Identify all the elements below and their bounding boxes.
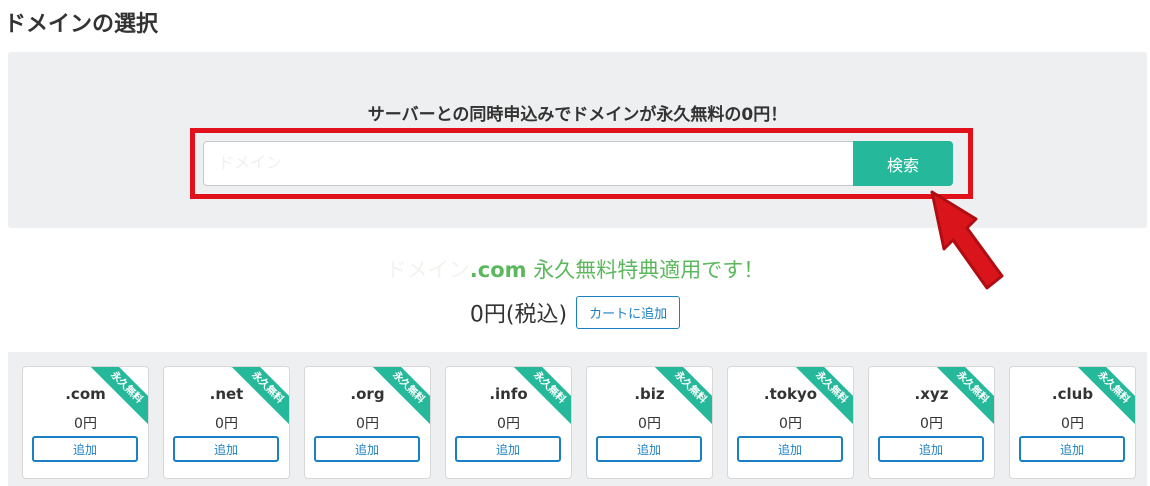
red-arrow-icon <box>930 190 1004 290</box>
add-tld-button[interactable]: 追加 <box>314 436 420 462</box>
result-price: 0円(税込) <box>469 302 568 328</box>
tld-name: .xyz <box>914 385 949 403</box>
page-title: ドメインの選択 <box>4 12 159 37</box>
tld-grid: 永久無料 .com 0円 追加 永久無料 .net 0円 追加 永久無料 .or… <box>22 366 1136 479</box>
tld-list-panel: 永久無料 .com 0円 追加 永久無料 .net 0円 追加 永久無料 .or… <box>8 352 1147 486</box>
availability-message: ドメイン.com 永久無料特典適用です！ <box>0 254 1150 284</box>
tld-name: .tokyo <box>763 385 818 403</box>
tld-card-org: 永久無料 .org 0円 追加 <box>304 366 431 479</box>
free-offer-text: 永久無料特典適用です！ <box>526 258 765 282</box>
tld-name: .club <box>1051 385 1094 403</box>
tld-price: 0円 <box>1061 416 1084 432</box>
tld-name: .com <box>65 385 106 403</box>
add-tld-button[interactable]: 追加 <box>596 436 702 462</box>
tld-price: 0円 <box>920 416 943 432</box>
add-tld-button[interactable]: 追加 <box>32 436 138 462</box>
result-extension: .com <box>469 258 527 282</box>
add-tld-button[interactable]: 追加 <box>1019 436 1125 462</box>
tld-price: 0円 <box>779 416 802 432</box>
tld-card-com: 永久無料 .com 0円 追加 <box>22 366 149 479</box>
tld-card-tokyo: 永久無料 .tokyo 0円 追加 <box>727 366 854 479</box>
price-row: 0円(税込) カートに追加 <box>0 296 1150 329</box>
tld-card-net: 永久無料 .net 0円 追加 <box>163 366 290 479</box>
tld-price: 0円 <box>356 416 379 432</box>
add-tld-button[interactable]: 追加 <box>878 436 984 462</box>
add-tld-button[interactable]: 追加 <box>455 436 561 462</box>
domain-search-input[interactable] <box>203 141 853 186</box>
tld-price: 0円 <box>497 416 520 432</box>
tld-name: .net <box>209 385 244 403</box>
add-tld-button[interactable]: 追加 <box>173 436 279 462</box>
tld-price: 0円 <box>215 416 238 432</box>
promo-text: サーバーとの同時申込みでドメインが永久無料の0円！ <box>367 105 788 125</box>
tld-name: .info <box>489 385 528 403</box>
tld-price: 0円 <box>74 416 97 432</box>
tld-name: .biz <box>634 385 665 403</box>
tld-card-xyz: 永久無料 .xyz 0円 追加 <box>868 366 995 479</box>
tld-card-biz: 永久無料 .biz 0円 追加 <box>586 366 713 479</box>
result-domain: ドメイン <box>385 258 470 282</box>
add-tld-button[interactable]: 追加 <box>737 436 843 462</box>
search-button[interactable]: 検索 <box>853 141 953 186</box>
tld-name: .org <box>350 385 385 403</box>
tld-price: 0円 <box>638 416 661 432</box>
tld-card-club: 永久無料 .club 0円 追加 <box>1009 366 1136 479</box>
tld-card-info: 永久無料 .info 0円 追加 <box>445 366 572 479</box>
add-to-cart-button[interactable]: カートに追加 <box>576 296 681 329</box>
